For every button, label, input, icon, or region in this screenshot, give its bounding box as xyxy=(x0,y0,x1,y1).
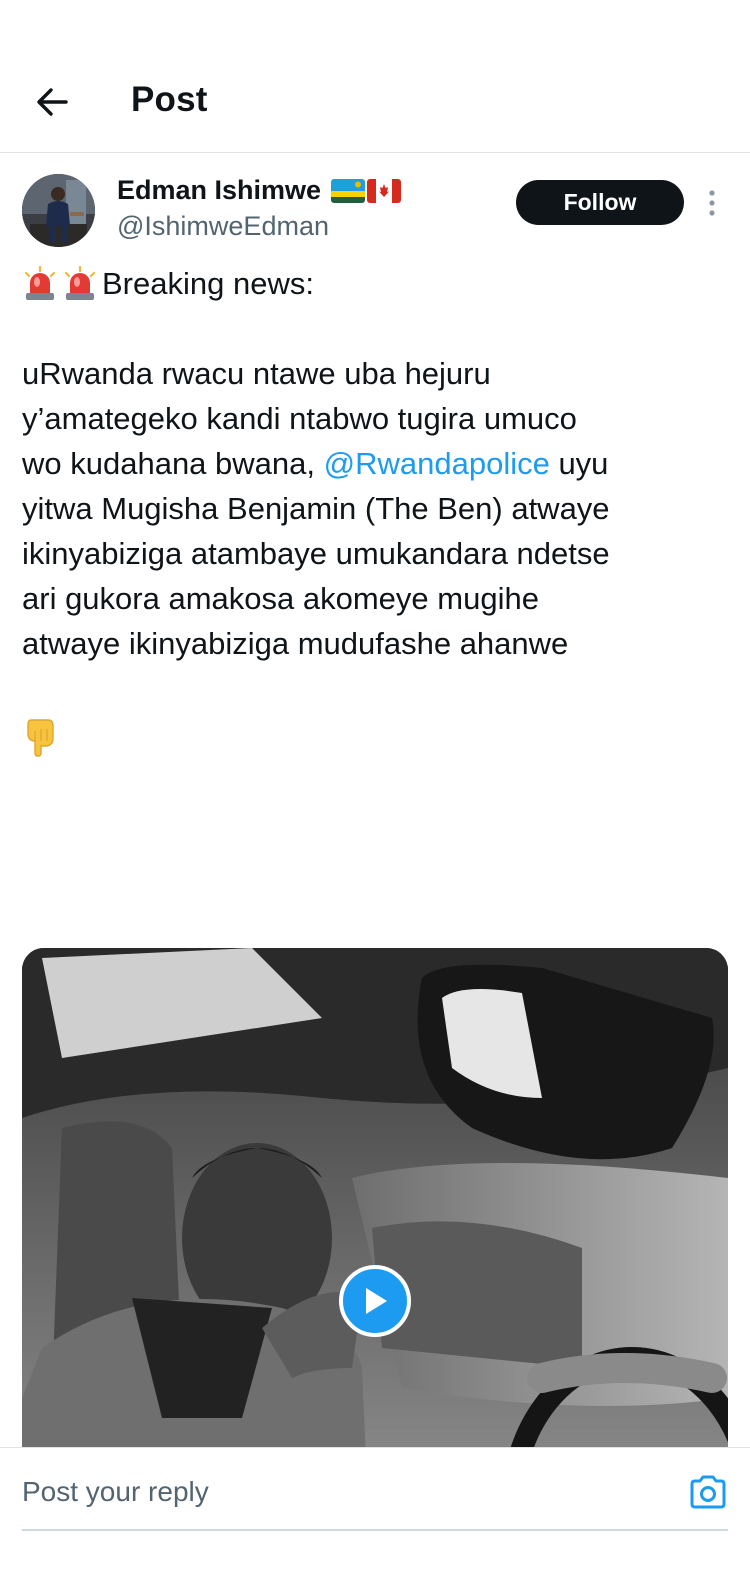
body-line: y’amategeko kandi ntabwo tugira umuco xyxy=(22,401,577,436)
camera-icon xyxy=(690,1475,726,1509)
top-bar: Post xyxy=(0,0,750,153)
play-icon xyxy=(366,1288,387,1314)
headline-text: Breaking news: xyxy=(102,266,314,301)
reply-input[interactable] xyxy=(22,1468,662,1516)
body-line: ari gukora amakosa akomeye mugihe xyxy=(22,581,539,616)
camera-button[interactable] xyxy=(688,1474,728,1510)
headline-row: Breaking news: xyxy=(22,261,728,306)
body-line: ikinyabiziga atambaye umukandara ndetse xyxy=(22,536,610,571)
body-line: yitwa Mugisha Benjamin (The Ben) atwaye xyxy=(22,491,610,526)
more-vertical-icon xyxy=(709,190,715,216)
more-options-button[interactable] xyxy=(700,188,724,218)
siren-icon xyxy=(24,265,56,300)
back-button[interactable] xyxy=(28,78,76,126)
arrow-left-icon xyxy=(37,88,68,116)
author-handle[interactable]: @IshimweEdman xyxy=(117,211,329,242)
reply-underline xyxy=(22,1529,728,1531)
body-text: uyu xyxy=(549,446,609,481)
play-button[interactable] xyxy=(339,1265,411,1337)
siren-icon xyxy=(64,265,96,300)
reply-bar xyxy=(0,1447,750,1583)
rwanda-flag-icon xyxy=(331,178,366,203)
author-flags xyxy=(331,178,402,203)
follow-button[interactable]: Follow xyxy=(516,180,684,225)
page-title: Post xyxy=(131,80,208,119)
body-line: uRwanda rwacu ntawe uba hejuru xyxy=(22,356,491,391)
post-text: Breaking news: uRwanda rwacu ntawe uba h… xyxy=(22,261,728,769)
pointing-down-icon xyxy=(27,719,54,757)
body-line: wo kudahana bwana, @Rwandapolice uyu xyxy=(22,441,728,486)
canada-flag-icon xyxy=(367,178,402,203)
author-avatar[interactable] xyxy=(22,174,95,247)
author-name-row[interactable]: Edman Ishimwe xyxy=(117,175,402,206)
author-name[interactable]: Edman Ishimwe xyxy=(117,175,321,206)
body-text: wo kudahana bwana, xyxy=(22,446,324,481)
mention-link[interactable]: @Rwandapolice xyxy=(324,446,550,481)
body-line: atwaye ikinyabiziga mudufashe ahanwe xyxy=(22,626,569,661)
